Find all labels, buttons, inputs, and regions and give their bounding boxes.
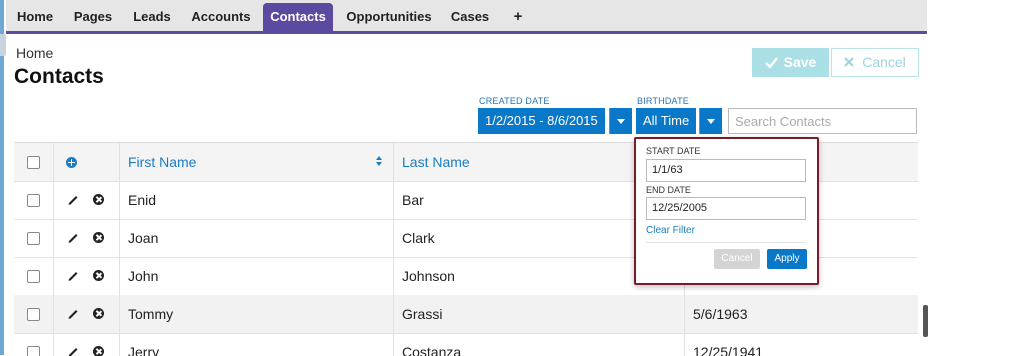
scrollbar-handle[interactable] [923,305,928,337]
sort-icon[interactable] [376,156,382,168]
plus-circle-icon[interactable] [66,157,77,168]
first-name-cell: Tommy [128,306,174,322]
pencil-icon[interactable] [66,344,80,356]
tab-accounts[interactable]: Accounts [184,3,258,31]
start-date-label: START DATE [646,146,701,156]
first-name-cell: Jerry [128,344,160,356]
column-divider [119,295,120,333]
top-nav: Home Pages Leads Accounts Contacts Oppor… [6,0,927,34]
cancel-label: Cancel [862,54,906,70]
column-divider [684,295,685,333]
created-date-label: CREATED DATE [479,96,550,106]
delete-circle-icon[interactable] [93,194,104,205]
column-divider [53,333,54,356]
first-name-cell: John [128,268,159,284]
tab-leads[interactable]: Leads [126,3,178,31]
column-divider [393,333,394,356]
close-icon [844,57,854,67]
column-divider [684,333,685,356]
first-name-cell: Enid [128,192,157,208]
pencil-icon[interactable] [66,268,80,282]
tab-opportunities[interactable]: Opportunities [339,3,439,31]
add-tab-button[interactable]: + [506,3,530,31]
birthdate-filter[interactable]: All Time [636,108,697,134]
delete-circle-icon[interactable] [93,232,104,243]
save-button[interactable]: Save [752,48,829,77]
first-name-cell: Joan [128,230,159,246]
created-date-dropdown[interactable] [609,108,632,134]
check-icon [764,57,778,69]
birthdate-cell: 5/6/1963 [693,306,748,322]
caret-down-icon [617,119,625,124]
pencil-icon[interactable] [66,306,80,320]
column-divider [53,219,54,257]
birthdate-filter-popover: START DATE 1/1/63 END DATE 12/25/2005 Cl… [634,137,819,285]
birthdate-label: BIRTHDATE [637,96,689,106]
column-divider [119,257,120,295]
popover-apply-button[interactable]: Apply [767,249,807,269]
pencil-icon[interactable] [66,192,80,206]
column-divider [119,333,120,356]
caret-down-icon [707,119,715,124]
row-checkbox[interactable] [27,194,40,207]
column-divider [393,257,394,295]
popover-divider [646,242,806,243]
sidebar-handle[interactable] [0,34,6,56]
last-name-cell: Clark [402,230,435,246]
column-divider [53,143,54,181]
birthdate-cell: 12/25/1941 [693,344,764,356]
column-divider [393,219,394,257]
last-name-cell: Johnson [402,268,455,284]
column-header-last-name[interactable]: Last Name [402,143,470,181]
column-divider [119,219,120,257]
column-divider [393,181,394,219]
save-label: Save [783,54,817,70]
breadcrumb[interactable]: Home [16,45,53,61]
column-divider [393,295,394,333]
start-date-input[interactable]: 1/1/63 [646,159,806,182]
column-divider [393,143,394,181]
tab-pages[interactable]: Pages [66,3,120,31]
popover-cancel-button[interactable]: Cancel [714,249,760,269]
end-date-input[interactable]: 12/25/2005 [646,197,806,220]
column-divider [53,295,54,333]
row-checkbox[interactable] [27,308,40,321]
row-checkbox[interactable] [27,270,40,283]
pencil-icon[interactable] [66,230,80,244]
birthdate-dropdown[interactable] [699,108,722,134]
row-checkbox[interactable] [27,232,40,245]
end-date-label: END DATE [646,185,691,195]
tab-cases[interactable]: Cases [444,3,496,31]
column-header-first-name[interactable]: First Name [128,143,196,181]
page-title: Contacts [14,65,104,88]
last-name-cell: Grassi [402,306,443,322]
created-date-filter[interactable]: 1/2/2015 - 8/6/2015 [478,108,605,134]
last-name-cell: Costanza [402,344,462,356]
search-input[interactable] [728,108,917,134]
column-divider [53,181,54,219]
cancel-button[interactable]: Cancel [831,48,919,77]
column-divider [53,257,54,295]
column-divider [119,143,120,181]
select-all-checkbox[interactable] [27,156,40,169]
delete-circle-icon[interactable] [93,270,104,281]
clear-filter-link[interactable]: Clear Filter [646,225,695,236]
tab-contacts[interactable]: Contacts [263,3,333,31]
tab-home[interactable]: Home [10,3,60,31]
table-row[interactable]: Jerry Costanza 12/25/1941 [14,333,918,356]
last-name-cell: Bar [402,192,424,208]
delete-circle-icon[interactable] [93,308,104,319]
column-divider [119,181,120,219]
table-row[interactable]: Tommy Grassi 5/6/1963 [14,295,918,334]
